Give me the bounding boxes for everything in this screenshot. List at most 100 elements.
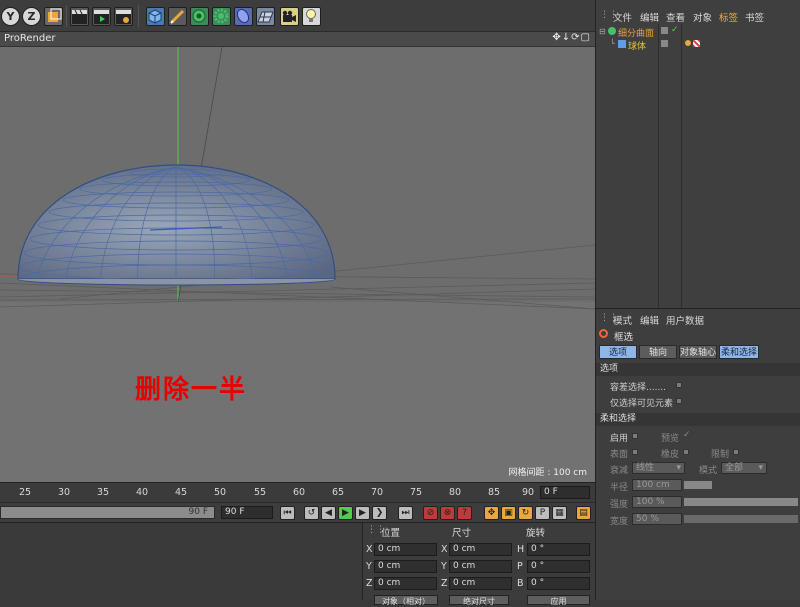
menu-view[interactable]: 查看 (666, 10, 685, 24)
rot-h-field[interactable]: 0 ° (527, 543, 590, 556)
menu-file[interactable]: 文件 (613, 10, 632, 24)
size-x-field[interactable]: 0 cm (449, 543, 512, 556)
point-level-key-button[interactable]: ▦ (552, 506, 567, 520)
pos-x-field[interactable]: 0 cm (374, 543, 437, 556)
pen-tool-button[interactable] (168, 7, 187, 26)
render-picture-viewer-button[interactable] (92, 7, 111, 26)
menu-objects[interactable]: 对象 (693, 10, 712, 24)
position-key-button[interactable]: ✥ (484, 506, 499, 520)
material-manager[interactable] (0, 522, 362, 600)
pos-y-field[interactable]: 0 cm (374, 560, 437, 573)
enable-checkbox[interactable] (632, 433, 638, 439)
size-y-field[interactable]: 0 cm (449, 560, 512, 573)
play-button[interactable]: ▶ (338, 506, 353, 520)
preview-range-slider[interactable]: 90 F (0, 506, 215, 519)
radius-slider[interactable] (684, 481, 712, 489)
auto-key-button[interactable]: ⊗ (440, 506, 455, 520)
next-key-button[interactable]: ❯ (372, 506, 387, 520)
width-field[interactable]: 50 % (632, 513, 682, 525)
limit-checkbox[interactable] (733, 449, 739, 455)
menu-mode[interactable]: 模式 (613, 313, 632, 327)
object-name[interactable]: 细分曲面 (618, 26, 654, 39)
tag-phong-icon[interactable] (685, 40, 691, 46)
floor-button[interactable] (256, 7, 275, 26)
menu-bookmarks[interactable]: 书签 (745, 10, 764, 24)
skip-forward-icon: ⏭ (401, 508, 410, 518)
subdivision-surface-button[interactable] (190, 7, 209, 26)
timeline-tick: 65 (332, 487, 345, 498)
tab-soft-selection[interactable]: 柔和选择 (719, 345, 759, 359)
menu-user-data[interactable]: 用户数据 (666, 313, 704, 327)
menu-edit[interactable]: 编辑 (640, 313, 659, 327)
strength-field[interactable]: 100 % (632, 496, 682, 508)
annotation-text: 删除一半 (135, 375, 248, 405)
pos-z-field[interactable]: 0 cm (374, 577, 437, 590)
toolbar-separator (66, 5, 67, 27)
current-frame-field[interactable]: 0 F (540, 486, 590, 499)
viewport-navigation-icons[interactable]: ✥↓⟳▢ (552, 32, 591, 43)
tab-object-axis[interactable]: 对象轴心 (679, 345, 717, 359)
tag-material-icon[interactable] (693, 40, 700, 47)
preview-check-icon[interactable]: ✓ (683, 430, 691, 440)
record-button[interactable]: ⊘ (423, 506, 438, 520)
falloff-dropdown[interactable]: 线性 ▾ (632, 462, 685, 474)
falloff-value: 线性 (636, 463, 655, 473)
tree-expand-icon[interactable]: ⊟ (599, 27, 606, 36)
rotation-key-button[interactable]: ↻ (518, 506, 533, 520)
width-slider[interactable] (684, 515, 798, 523)
cloner-button[interactable] (212, 7, 231, 26)
render-settings-button[interactable] (114, 7, 133, 26)
previous-frame-button[interactable]: ◀ (321, 506, 336, 520)
visibility-toggle-icon[interactable] (661, 27, 668, 34)
gear-icon (213, 8, 229, 24)
end-frame-field[interactable]: 90 F (221, 506, 273, 519)
parameter-key-button[interactable]: P (535, 506, 550, 520)
rot-b-field[interactable]: 0 ° (527, 577, 590, 590)
object-relative-dropdown[interactable]: 对象（相对） (374, 595, 438, 606)
visibility-toggle-icon[interactable] (661, 40, 668, 47)
go-to-end-button[interactable]: ⏭ (398, 506, 413, 520)
mode-dropdown[interactable]: 全部 ▾ (721, 462, 767, 474)
deformer-button[interactable] (234, 7, 253, 26)
tab-axis[interactable]: 轴向 (639, 345, 677, 359)
tree-branch-icon: └ (610, 39, 615, 48)
enabled-check-icon[interactable]: ✓ (671, 25, 679, 35)
object-name[interactable]: 球体 (628, 39, 646, 52)
only-visible-checkbox[interactable] (676, 398, 682, 404)
apply-button[interactable]: 应用 (527, 595, 590, 606)
add-cube-button[interactable] (146, 7, 165, 26)
keyframe-selection-button[interactable]: ? (457, 506, 472, 520)
pos-y-label: Y (366, 561, 372, 572)
go-to-start-button[interactable]: ⏮ (280, 506, 295, 520)
render-view-button[interactable] (70, 7, 89, 26)
grid-icon: ▦ (555, 508, 564, 518)
z-axis-lock-button[interactable]: Z (22, 7, 41, 26)
timeline-tick: 45 (175, 487, 188, 498)
3d-viewport[interactable]: 删除一半 网格间距 : 100 cm (0, 47, 595, 482)
absolute-size-dropdown[interactable]: 绝对尺寸 (449, 595, 509, 606)
radius-field[interactable]: 100 cm (632, 479, 682, 491)
menu-tags[interactable]: 标签 (719, 10, 738, 24)
coordinate-system-button[interactable] (44, 7, 63, 26)
surface-checkbox[interactable] (632, 449, 638, 455)
parameter-icon: P (539, 508, 546, 518)
object-row-subdivision[interactable]: ⊟ 细分曲面 ✓ (596, 25, 800, 39)
light-button[interactable] (302, 7, 321, 26)
menu-edit[interactable]: 编辑 (640, 10, 659, 24)
next-frame-button[interactable]: ▶ (355, 506, 370, 520)
rubber-checkbox[interactable] (683, 449, 689, 455)
object-row-sphere[interactable]: └ 球体 (596, 39, 800, 52)
strength-slider[interactable] (684, 498, 798, 506)
chevron-down-icon: ▾ (676, 463, 681, 473)
rot-p-field[interactable]: 0 ° (527, 560, 590, 573)
size-x-label: X (441, 544, 448, 555)
timeline-button[interactable]: ▤ (576, 506, 591, 520)
y-axis-lock-button[interactable]: Y (1, 7, 20, 26)
camera-button[interactable] (280, 7, 299, 26)
previous-key-button[interactable]: ↺ (304, 506, 319, 520)
scale-key-button[interactable]: ▣ (501, 506, 516, 520)
timeline-ruler[interactable]: 25 30 35 40 45 50 55 60 65 70 75 80 85 9… (0, 482, 595, 502)
size-z-field[interactable]: 0 cm (449, 577, 512, 590)
tab-options[interactable]: 选项 (599, 345, 637, 359)
tolerance-select-checkbox[interactable] (676, 382, 682, 388)
